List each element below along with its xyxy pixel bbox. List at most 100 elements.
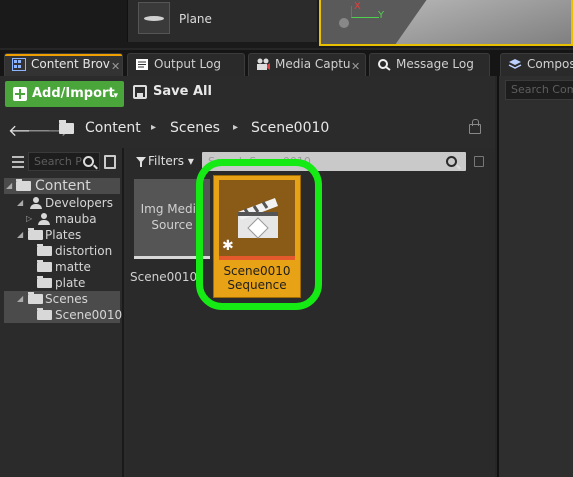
tab-content-browser[interactable]: Content Brov ✕ [4, 53, 123, 76]
output-log-icon [136, 59, 148, 70]
user-icon [38, 213, 50, 225]
expand-arrow-icon[interactable]: ◢ [6, 181, 12, 190]
modified-marker: ✱ [222, 238, 234, 254]
tree-item-mauba[interactable]: ▷ mauba [4, 211, 120, 227]
tab-bar: Content Brov ✕ Output Log Media Captu ✕ … [0, 50, 573, 76]
asset-tile-level-sequence[interactable]: ✱ Scene0010 Sequence [213, 175, 301, 298]
asset-type-color-bar [219, 256, 295, 260]
save-all-button[interactable]: Save All [133, 84, 212, 99]
tab-content-browser-label: Content Brov [31, 57, 110, 71]
breadcrumb-separator-icon[interactable]: ▸ [151, 122, 156, 133]
folder-open-icon [28, 292, 43, 304]
content-browser: Add/Import ▾ Save All 🡐 🡒 Content ▸ Scen… [0, 76, 495, 477]
composure-search-input[interactable]: Search Comp [505, 80, 573, 100]
breadcrumb-scene0010[interactable]: Scene0010 [251, 120, 329, 136]
tab-media-capture-label: Media Captu [275, 57, 351, 71]
clapperboard-icon [238, 198, 278, 239]
tab-composure[interactable]: Compos [500, 53, 573, 76]
asset-view: Filters ▾ Search Scene0010 Img Media Sou… [126, 148, 495, 477]
asset-tile-img-media-source[interactable]: Img Media Source [134, 179, 210, 259]
media-capture-icon [257, 58, 270, 70]
content-browser-icon [12, 58, 26, 71]
breadcrumb: 🡐 🡒 Content ▸ Scenes ▸ Scene0010 [0, 112, 495, 146]
asset-search-input[interactable]: Search Scene0010 [202, 152, 466, 171]
tree-item-label: plate [55, 276, 86, 290]
tab-composure-label: Compos [527, 57, 573, 71]
folder-icon [37, 260, 52, 272]
tree-item-content[interactable]: ◢ Content [4, 178, 120, 194]
folder-icon [37, 244, 52, 256]
folder-tree: Search P ◢ Content ◢ Developers ▷ mauba … [0, 148, 124, 477]
plane-thumbnail [138, 2, 170, 34]
tree-item-label: matte [55, 260, 91, 274]
expand-arrow-icon[interactable]: ◢ [17, 230, 23, 239]
asset-name: Scene0010 Sequence [214, 264, 300, 292]
folder-icon [37, 308, 52, 320]
folder-open-icon [28, 228, 43, 240]
tree-item-label: Scene0010 [55, 308, 123, 322]
asset-type-line-2: Source [151, 218, 193, 232]
tab-message-log[interactable]: Message Log [369, 53, 490, 76]
plane-label: Plane [179, 12, 212, 26]
filters-label: Filters [148, 154, 184, 168]
tab-output-log[interactable]: Output Log [127, 53, 245, 76]
close-icon[interactable]: ✕ [111, 56, 120, 76]
asset-type-line-1: Img Media [140, 202, 204, 216]
folder-icon [37, 276, 52, 288]
tree-item-label: distortion [55, 244, 113, 258]
top-strip: Plane ? X Y [0, 0, 573, 48]
add-import-button[interactable]: Add/Import ▾ [5, 81, 124, 107]
axis-x-label: X [354, 1, 361, 12]
tab-message-log-label: Message Log [396, 57, 474, 71]
folder-open-icon [16, 179, 31, 191]
folder-icon[interactable] [59, 120, 74, 134]
tree-item-distortion[interactable]: distortion [4, 243, 120, 259]
breadcrumb-separator-icon[interactable]: ▸ [233, 122, 238, 133]
sequence-thumbnail: ✱ [219, 180, 295, 256]
expand-arrow-icon[interactable]: ▷ [26, 214, 32, 223]
tree-item-label: Content [35, 178, 91, 194]
plane-actor-panel[interactable]: Plane ? [127, 0, 419, 42]
search-icon [83, 156, 94, 167]
tree-item-plates[interactable]: ◢ Plates [4, 227, 120, 243]
breadcrumb-scenes[interactable]: Scenes [170, 120, 220, 136]
tab-media-capture[interactable]: Media Captu ✕ [248, 53, 366, 76]
asset-thumbnail-label: Img Media Source [134, 201, 210, 233]
tab-output-log-label: Output Log [154, 57, 221, 71]
close-icon[interactable]: ✕ [351, 56, 360, 76]
filters-button[interactable]: Filters ▾ [136, 154, 194, 168]
message-log-icon [378, 59, 391, 71]
viewport-plane-mesh [391, 0, 571, 44]
tree-item-label: mauba [55, 212, 97, 226]
user-icon [30, 197, 42, 209]
save-icon [133, 85, 147, 99]
viewport-options-icon[interactable] [339, 18, 349, 28]
composure-panel: Search Comp [497, 76, 573, 477]
tree-item-label: Developers [45, 196, 113, 210]
layers-icon [508, 59, 522, 69]
expand-arrow-icon[interactable]: ◢ [17, 294, 23, 303]
tree-item-label: Plates [45, 228, 82, 242]
tree-item-matte[interactable]: matte [4, 259, 120, 275]
add-import-label: Add/Import [32, 86, 115, 101]
tree-item-scene0010[interactable]: Scene0010 [4, 307, 123, 323]
view-options-icon[interactable] [104, 155, 116, 169]
filter-icon [136, 157, 146, 167]
lock-icon[interactable] [469, 119, 481, 134]
asset-name[interactable]: Scene0010 [130, 270, 210, 284]
save-search-icon[interactable] [474, 156, 484, 167]
tree-item-developers[interactable]: ◢ Developers [4, 195, 120, 211]
search-icon [446, 156, 457, 167]
breadcrumb-content[interactable]: Content [85, 120, 141, 136]
expand-arrow-icon[interactable]: ◢ [17, 198, 23, 207]
save-all-label: Save All [153, 84, 212, 99]
asset-name-line-1: Scene0010 [223, 264, 291, 278]
asset-name-line-2: Sequence [227, 278, 287, 292]
axis-y-label: Y [378, 10, 385, 21]
tree-item-scenes[interactable]: ◢ Scenes [4, 291, 120, 307]
tree-item-plate[interactable]: plate [4, 275, 120, 291]
sources-toggle-icon[interactable] [8, 155, 24, 169]
viewport-preview[interactable]: X Y [319, 0, 573, 46]
plus-icon [13, 87, 27, 101]
content-browser-toolbar: Add/Import ▾ Save All [0, 76, 495, 112]
